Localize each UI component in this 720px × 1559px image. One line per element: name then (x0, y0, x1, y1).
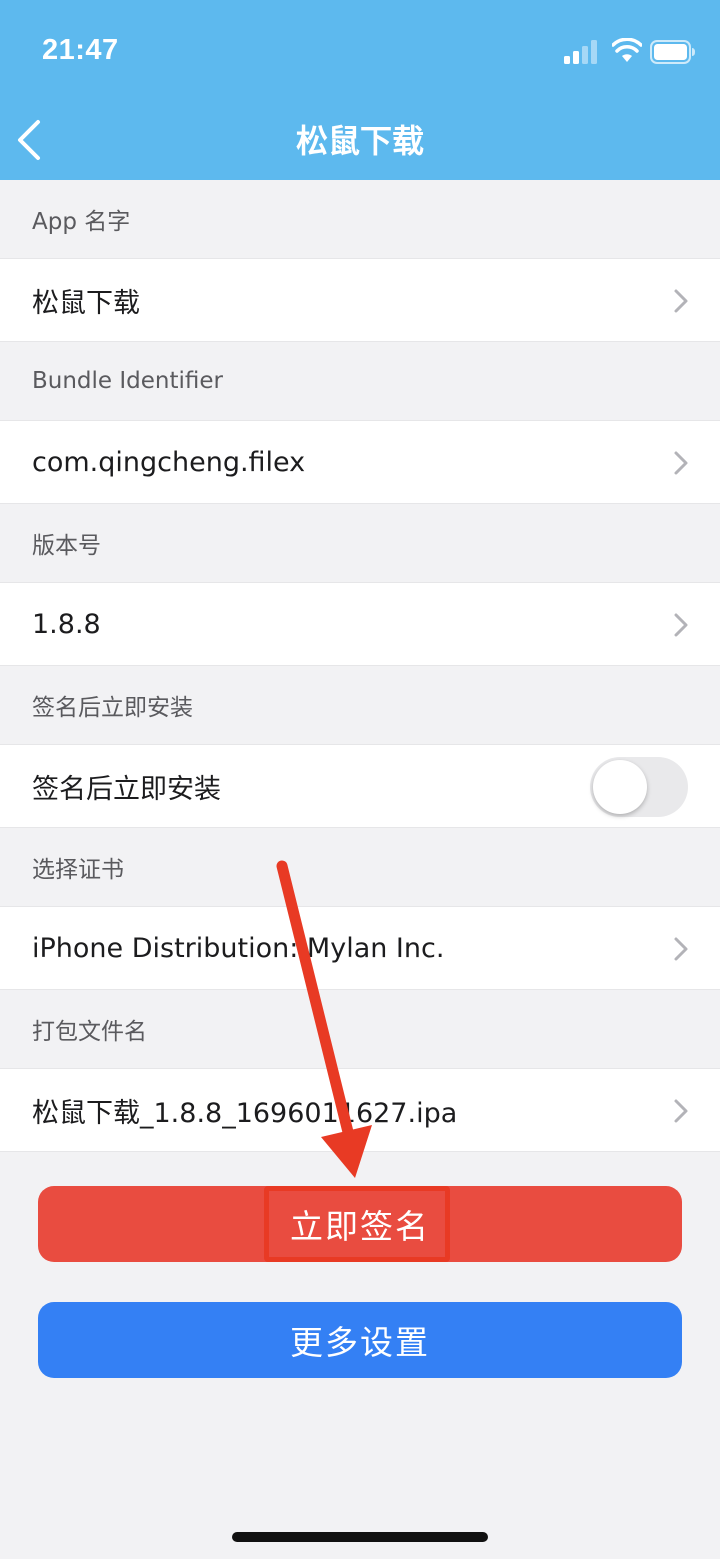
page-title: 松鼠下载 (295, 122, 424, 160)
home-indicator (232, 1532, 488, 1542)
nav-header: 21:47 松鼠下载 (0, 0, 720, 180)
install-toggle[interactable] (590, 757, 688, 817)
cellular-signal-icon (564, 40, 597, 64)
row-bundle-id[interactable]: com.qingcheng.filex (0, 420, 720, 504)
chevron-right-icon (674, 289, 688, 313)
more-settings-button[interactable]: 更多设置 (38, 1302, 682, 1378)
section-header-app-name: App 名字 (32, 209, 131, 235)
row-package-value: 松鼠下载_1.8.8_1696011627.ipa (32, 1097, 458, 1129)
toggle-knob (593, 760, 647, 814)
row-certificate-value: iPhone Distribution: Mylan Inc. (32, 932, 445, 964)
chevron-right-icon (674, 451, 688, 475)
status-time: 21:47 (42, 34, 119, 66)
row-install-after-sign: 签名后立即安装 (0, 744, 720, 828)
row-version-value: 1.8.8 (32, 608, 101, 640)
row-version[interactable]: 1.8.8 (0, 582, 720, 666)
wifi-icon (612, 38, 642, 62)
battery-icon (650, 40, 695, 64)
section-header-version: 版本号 (32, 533, 101, 559)
chevron-right-icon (674, 937, 688, 961)
section-header-install: 签名后立即安装 (32, 695, 193, 721)
row-app-name[interactable]: 松鼠下载 (0, 258, 720, 342)
row-certificate[interactable]: iPhone Distribution: Mylan Inc. (0, 906, 720, 990)
section-header-bundle-id: Bundle Identifier (32, 368, 223, 394)
section-header-certificate: 选择证书 (32, 857, 124, 883)
annotation-highlight-box (264, 1186, 450, 1262)
section-header-package: 打包文件名 (32, 1019, 147, 1045)
row-app-name-value: 松鼠下载 (32, 287, 140, 319)
chevron-right-icon (674, 613, 688, 637)
chevron-right-icon (674, 1099, 688, 1123)
row-install-label: 签名后立即安装 (32, 773, 221, 805)
row-bundle-id-value: com.qingcheng.filex (32, 446, 306, 478)
row-package-filename[interactable]: 松鼠下载_1.8.8_1696011627.ipa (0, 1068, 720, 1152)
